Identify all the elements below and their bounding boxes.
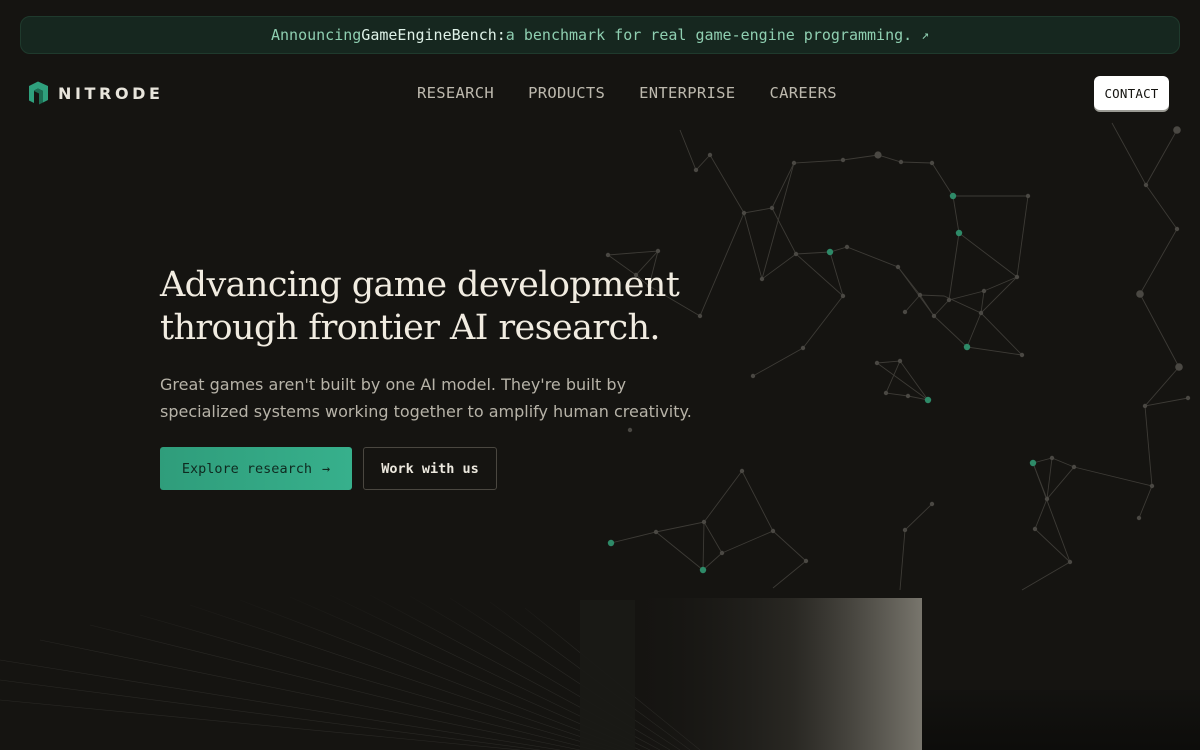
- announcement-highlight: GameEngineBench:: [361, 26, 506, 44]
- brand-name: NITRODE: [58, 83, 164, 103]
- hero-subtitle-line-2: specialized systems working together to …: [160, 402, 692, 421]
- hero-title-line-1: Advancing game development: [160, 265, 680, 305]
- network-edges: [607, 122, 1189, 591]
- hero-subtitle-line-1: Great games aren't built by one AI model…: [160, 375, 627, 394]
- hero-subtitle: Great games aren't built by one AI model…: [160, 371, 740, 425]
- nitrode-logo-icon: [29, 81, 48, 105]
- announcement-suffix: a benchmark for real game-engine program…: [505, 26, 913, 44]
- nav-item-research[interactable]: RESEARCH: [417, 84, 494, 102]
- external-arrow-icon: ↗: [921, 27, 930, 43]
- glow-panel-decoration: [635, 598, 922, 750]
- arrow-right-icon: →: [321, 460, 331, 477]
- main-nav: RESEARCH PRODUCTS ENTERPRISE CAREERS: [417, 84, 871, 102]
- brand-logo[interactable]: NITRODE: [28, 81, 164, 105]
- contact-button[interactable]: CONTACT: [1094, 76, 1169, 110]
- announcement-prefix: Announcing: [270, 26, 362, 44]
- explore-research-button[interactable]: Explore research →: [160, 447, 352, 490]
- announcement-banner[interactable]: Announcing GameEngineBench: a benchmark …: [20, 16, 1180, 54]
- nav-item-products[interactable]: PRODUCTS: [528, 84, 605, 102]
- work-with-us-button[interactable]: Work with us: [363, 447, 497, 490]
- hero-title: Advancing game development through front…: [160, 264, 780, 350]
- hero-title-line-2: through frontier AI research.: [160, 308, 661, 348]
- nav-item-enterprise[interactable]: ENTERPRISE: [639, 84, 735, 102]
- nav-item-careers[interactable]: CAREERS: [769, 84, 836, 102]
- explore-research-label: Explore research: [181, 460, 312, 477]
